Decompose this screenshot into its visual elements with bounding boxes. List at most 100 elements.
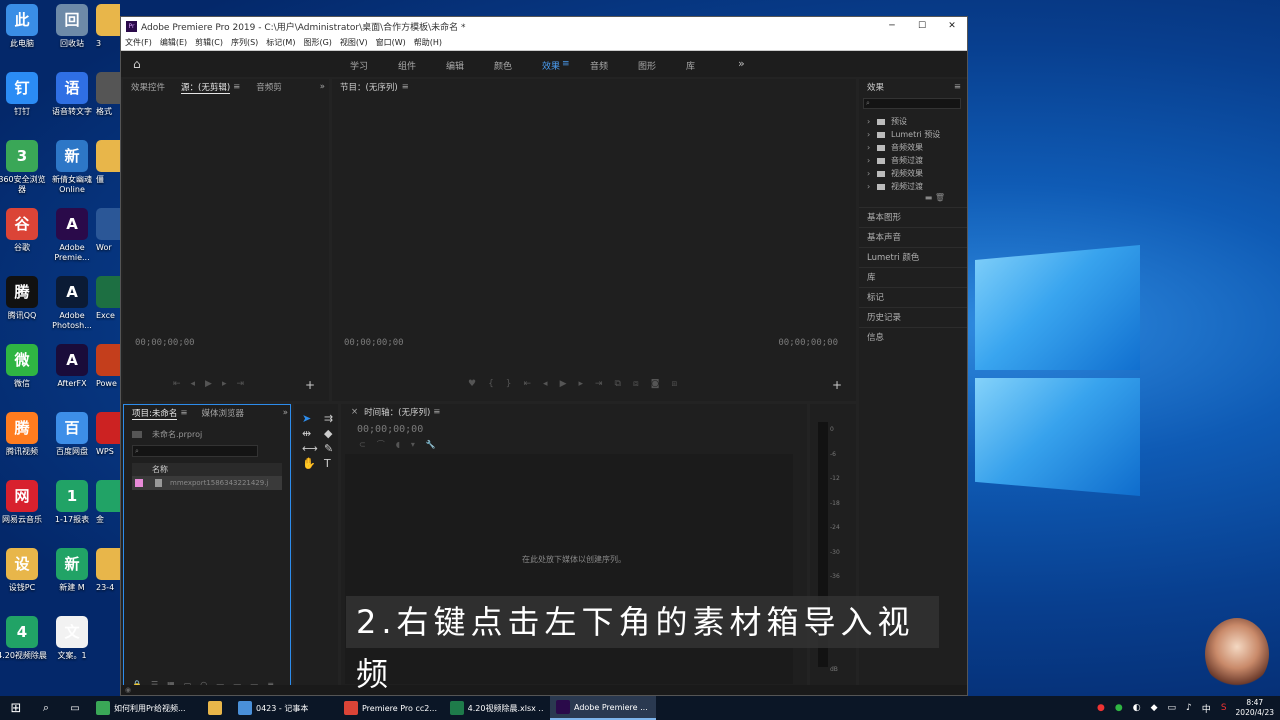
desktop-icon[interactable]: 23-4 — [96, 548, 120, 593]
project-tab[interactable]: 项目:未命名 — [132, 407, 178, 420]
source-add-button[interactable]: + — [305, 378, 315, 392]
desktop-icon[interactable]: 百百度网盘 — [47, 412, 97, 457]
workspace-more-icon[interactable]: » — [738, 57, 745, 70]
taskbar-item[interactable]: Adobe Premiere ... — [550, 696, 656, 720]
desktop-icon[interactable]: 格式 — [96, 72, 120, 117]
selection-tool-icon[interactable]: ➤ — [302, 412, 322, 425]
source-tab[interactable]: 源：(无剪辑) — [181, 81, 231, 94]
desktop-icon[interactable]: 此此电脑 — [0, 4, 47, 49]
chevron-right-icon[interactable]: › — [867, 169, 877, 178]
maximize-icon[interactable]: ☐ — [907, 21, 937, 31]
effects-tree-item[interactable]: › Lumetri 预设 — [867, 128, 967, 141]
program-title[interactable]: 节目：(无序列) — [340, 81, 398, 93]
desktop-icon[interactable]: WPS — [96, 412, 120, 457]
menu-item[interactable]: 视图(V) — [340, 37, 368, 48]
desktop-icon[interactable]: 腾腾讯QQ — [0, 276, 47, 321]
desktop-icon[interactable]: 回回收站 — [47, 4, 97, 49]
effects-tree-item[interactable]: › 视频过渡 — [867, 180, 967, 193]
source-tab[interactable]: 效果控件 — [131, 81, 165, 93]
desktop-icon[interactable]: 设设钱PC — [0, 548, 47, 593]
panel-more-icon[interactable]: » — [320, 82, 325, 92]
effects-tree-item[interactable]: › 音频过渡 — [867, 154, 967, 167]
effects-side-item[interactable]: 信息 — [859, 327, 967, 347]
workspace-tab[interactable]: 颜色 — [494, 59, 512, 72]
effects-tree-item[interactable]: › 预设 — [867, 115, 967, 128]
minimize-icon[interactable]: ─ — [877, 21, 907, 31]
menu-item[interactable]: 编辑(E) — [160, 37, 187, 48]
menu-item[interactable]: 帮助(H) — [414, 37, 442, 48]
menu-item[interactable]: 图形(G) — [303, 37, 331, 48]
taskbar-item[interactable]: 如何利用Pr给视频... — [90, 696, 202, 720]
ripple-edit-tool-icon[interactable]: ⇹ — [302, 427, 322, 440]
desktop-icon[interactable]: 4 4.20视频除晨 — [0, 616, 47, 661]
workspace-tab[interactable]: 库 — [686, 59, 695, 72]
program-add-button[interactable]: + — [832, 378, 842, 392]
effects-tree-item[interactable]: › 视频效果 — [867, 167, 967, 180]
clock[interactable]: 8:47 2020/4/23 — [1236, 698, 1274, 718]
close-icon[interactable]: × — [351, 407, 358, 417]
desktop-icon[interactable]: 1 1-17报表 — [47, 480, 97, 525]
effects-side-item[interactable]: Lumetri 颜色 — [859, 247, 967, 267]
desktop-icon[interactable]: 新新倩女幽魂Online — [47, 140, 97, 195]
desktop-icon[interactable]: A Adobe Premie... — [47, 208, 97, 263]
network-icon[interactable]: ▭ — [1168, 703, 1177, 713]
hand-tool-icon[interactable]: ✋ — [302, 457, 322, 470]
tray-app-icon[interactable]: ◆ — [1151, 703, 1158, 713]
desktop-icon[interactable]: 僵 — [96, 140, 120, 185]
desktop-icon[interactable]: Exce — [96, 276, 120, 321]
search-icon[interactable]: ⌕ — [32, 701, 60, 715]
desktop-icon[interactable]: 网网易云音乐 — [0, 480, 47, 525]
desktop-icon[interactable]: 3 360安全浏览器 — [0, 140, 47, 195]
project-tab[interactable]: 媒体浏览器 — [202, 407, 245, 419]
desktop-icon[interactable]: Powe — [96, 344, 120, 389]
desktop-icon[interactable]: 谷谷歌 — [0, 208, 47, 253]
panel-menu-icon[interactable]: ≡ — [402, 82, 409, 92]
taskbar-item[interactable] — [202, 696, 232, 720]
desktop-icon[interactable]: 新新建 M — [47, 548, 97, 593]
panel-menu-icon[interactable]: ≡ — [180, 408, 187, 418]
close-icon[interactable]: ✕ — [937, 21, 967, 31]
desktop-icon[interactable]: 文文案。1 — [47, 616, 97, 661]
chevron-right-icon[interactable]: › — [867, 156, 877, 165]
menu-item[interactable]: 文件(F) — [125, 37, 152, 48]
panel-menu-icon[interactable]: ≡ — [433, 407, 440, 417]
wps-tray-icon[interactable]: S — [1221, 703, 1227, 713]
timeline-drop-area[interactable] — [345, 454, 793, 684]
workspace-tab[interactable]: 音频 — [590, 59, 608, 72]
desktop-icon[interactable]: Wor — [96, 208, 120, 253]
menu-item[interactable]: 剪辑(C) — [195, 37, 223, 48]
tray-app-icon[interactable]: ◐ — [1133, 703, 1141, 713]
panel-menu-icon[interactable]: ≡ — [233, 82, 240, 92]
chevron-right-icon[interactable]: › — [867, 117, 877, 126]
workspace-tab[interactable]: 编辑 — [446, 59, 464, 72]
desktop-icon[interactable]: 钉钉钉 — [0, 72, 47, 117]
desktop-icon[interactable]: 语语音转文字 — [47, 72, 97, 117]
workspace-menu-icon[interactable]: ≡ — [562, 59, 570, 69]
effects-search-input[interactable]: ⌕ — [863, 98, 961, 109]
desktop-icon[interactable]: 腾腾讯视频 — [0, 412, 47, 457]
project-search-input[interactable]: ⌕ — [132, 445, 258, 457]
menu-item[interactable]: 序列(S) — [231, 37, 258, 48]
volume-icon[interactable]: ♪ — [1186, 703, 1192, 713]
slip-tool-icon[interactable]: ⟷ — [302, 442, 322, 455]
menu-item[interactable]: 标记(M) — [266, 37, 295, 48]
menu-item[interactable]: 窗口(W) — [376, 37, 406, 48]
taskbar-item[interactable]: 4.20视频除晨.xlsx ... — [444, 696, 550, 720]
taskbar-item[interactable]: Premiere Pro cc2... — [338, 696, 444, 720]
project-item[interactable]: mmexport1586343221429.j — [132, 476, 282, 490]
effects-side-item[interactable]: 标记 — [859, 287, 967, 307]
tray-app-icon[interactable]: ● — [1097, 703, 1105, 713]
task-view-icon[interactable]: ▭ — [60, 703, 90, 714]
panel-more-icon[interactable]: » — [283, 408, 288, 418]
effects-side-item[interactable]: 库 — [859, 267, 967, 287]
timeline-title[interactable]: 时间轴：(无序列) — [364, 406, 430, 418]
taskbar-item[interactable]: 0423 - 记事本 — [232, 696, 338, 720]
desktop-icon[interactable]: A Adobe Photosh... — [47, 276, 97, 331]
desktop-icon[interactable]: 3 — [96, 4, 120, 49]
chevron-right-icon[interactable]: › — [867, 182, 877, 191]
desktop-icon[interactable]: 金 — [96, 480, 120, 525]
source-tab[interactable]: 音频剪 — [256, 81, 282, 93]
panel-menu-icon[interactable]: ≡ — [954, 82, 961, 92]
effects-side-item[interactable]: 基本图形 — [859, 207, 967, 227]
desktop-icon[interactable]: A AfterFX — [47, 344, 97, 389]
